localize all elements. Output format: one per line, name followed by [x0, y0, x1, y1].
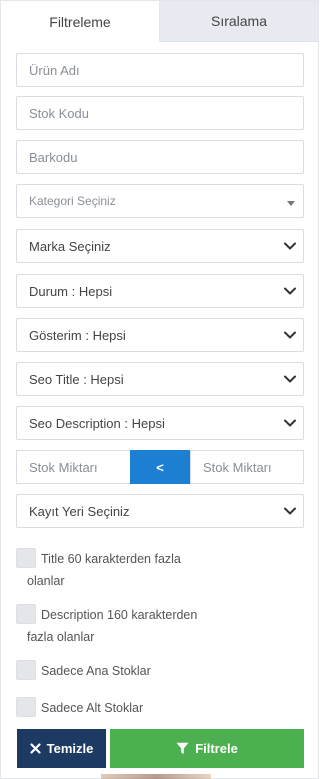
- caret-down-icon: [287, 201, 295, 206]
- stock-code-field[interactable]: [16, 96, 304, 130]
- status-select-label: Durum : Hepsi: [29, 283, 113, 299]
- title-over-60-checkbox[interactable]: [16, 548, 36, 568]
- filter-panel: Filtreleme Sıralama Kategori Seçiniz Mar…: [0, 0, 319, 779]
- tab-filtering[interactable]: Filtreleme: [1, 1, 160, 42]
- clear-button-label: Temizle: [46, 741, 94, 756]
- background-image-strip: [101, 774, 211, 779]
- seo-title-select-label: Seo Title : Hepsi: [29, 371, 124, 387]
- brand-select[interactable]: Marka Seçiniz: [16, 229, 304, 263]
- title-over-60-label-cont: olanlar: [27, 574, 65, 588]
- filter-button[interactable]: Filtrele: [110, 729, 304, 768]
- description-over-160-label-cont: fazla olanlar: [27, 630, 95, 644]
- stock-max-field[interactable]: [190, 450, 304, 484]
- display-select-label: Gösterim : Hepsi: [29, 327, 126, 343]
- main-stocks-only-checkbox[interactable]: [16, 660, 36, 680]
- product-name-field[interactable]: [16, 53, 304, 87]
- chevron-down-icon: [284, 507, 296, 515]
- product-name-input[interactable]: [29, 62, 303, 78]
- sub-stocks-only-label: Sadece Alt Stoklar: [41, 701, 144, 715]
- brand-select-label: Marka Seçiniz: [29, 238, 111, 254]
- main-stocks-only-label: Sadece Ana Stoklar: [41, 664, 151, 678]
- tab-bar: Filtreleme Sıralama: [1, 1, 318, 42]
- chevron-down-icon: [284, 331, 296, 339]
- chevron-down-icon: [284, 287, 296, 295]
- chevron-down-icon: [284, 375, 296, 383]
- stock-max-input[interactable]: [203, 459, 303, 475]
- description-over-160-label: Description 160 karakterden: [41, 608, 198, 622]
- status-select[interactable]: Durum : Hepsi: [16, 274, 304, 308]
- barcode-field[interactable]: [16, 140, 304, 174]
- clear-button[interactable]: Temizle: [17, 729, 106, 768]
- stock-code-input[interactable]: [29, 105, 303, 121]
- seo-description-select-label: Seo Description : Hepsi: [29, 415, 165, 431]
- title-over-60-label: Title 60 karakterden fazla: [41, 552, 181, 566]
- chevron-down-icon: [284, 242, 296, 250]
- stock-quantity-range: <: [16, 450, 304, 484]
- funnel-icon: [176, 742, 189, 754]
- sub-stocks-only-checkbox[interactable]: [16, 697, 36, 717]
- barcode-input[interactable]: [29, 149, 303, 165]
- close-icon: [30, 743, 41, 754]
- stock-min-field[interactable]: [16, 450, 131, 484]
- seo-description-select[interactable]: Seo Description : Hepsi: [16, 406, 304, 440]
- description-over-160-checkbox[interactable]: [16, 604, 36, 624]
- category-select[interactable]: Kategori Seçiniz: [16, 184, 304, 218]
- seo-title-select[interactable]: Seo Title : Hepsi: [16, 362, 304, 396]
- record-place-select[interactable]: Kayıt Yeri Seçiniz: [16, 494, 304, 528]
- stock-operator-button[interactable]: <: [130, 450, 190, 484]
- record-place-select-label: Kayıt Yeri Seçiniz: [29, 503, 130, 519]
- category-select-label: Kategori Seçiniz: [29, 194, 116, 208]
- tab-sorting[interactable]: Sıralama: [160, 1, 318, 42]
- stock-min-input[interactable]: [29, 459, 130, 475]
- chevron-down-icon: [284, 419, 296, 427]
- display-select[interactable]: Gösterim : Hepsi: [16, 318, 304, 352]
- filter-button-label: Filtrele: [195, 741, 238, 756]
